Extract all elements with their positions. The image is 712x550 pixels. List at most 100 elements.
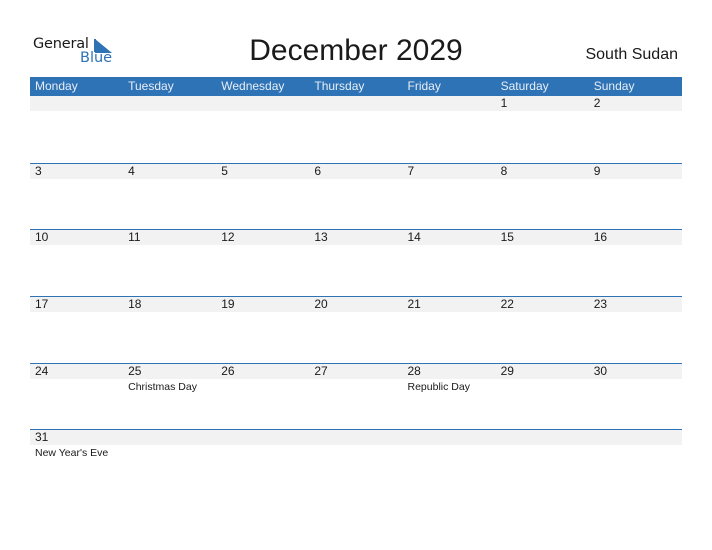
day-cell: 3 bbox=[30, 164, 123, 230]
day-number: 9 bbox=[593, 163, 601, 178]
day-cell bbox=[496, 430, 589, 496]
day-cell: 5 bbox=[216, 164, 309, 230]
day-number: 19 bbox=[221, 297, 235, 312]
day-number: 12 bbox=[221, 230, 235, 245]
day-number: 26 bbox=[221, 363, 235, 378]
weekday-thursday: Thursday bbox=[314, 79, 365, 93]
day-number: 31 bbox=[35, 430, 49, 445]
day-cell: 28 Republic Day bbox=[403, 364, 496, 430]
day-number bbox=[35, 96, 123, 111]
weekday-saturday: Saturday bbox=[500, 79, 549, 93]
weekday-friday: Friday bbox=[407, 79, 441, 93]
calendar-grid: Monday Tuesday Wednesday Thursday Friday Satu… bbox=[30, 77, 682, 496]
day-number: 17 bbox=[35, 297, 49, 312]
day-number: 30 bbox=[593, 363, 608, 378]
day-cell: 4 bbox=[123, 164, 216, 230]
day-number: 24 bbox=[35, 363, 49, 378]
week-cells: 3 4 5 6 7 8 9 bbox=[30, 164, 682, 230]
day-cell: 21 bbox=[403, 297, 496, 363]
day-cell bbox=[123, 96, 216, 163]
week-row: 12 bbox=[30, 96, 682, 163]
day-cell: 23 bbox=[589, 297, 682, 363]
day-cell bbox=[309, 430, 402, 496]
day-number: 11 bbox=[128, 230, 141, 245]
day-cell: 25 Christmas Day bbox=[123, 364, 216, 430]
day-cell: 7 bbox=[403, 164, 496, 230]
day-cell: 15 bbox=[496, 230, 589, 296]
day-number bbox=[408, 430, 496, 445]
day-cell: 27 bbox=[309, 364, 402, 430]
week-row: 3 4 5 6 7 8 9 bbox=[30, 162, 682, 230]
week-cells: 12 bbox=[30, 96, 682, 163]
week-row: 24 25 Christmas Day 26 27 28 Republic Day 29 30 bbox=[30, 362, 682, 430]
day-cell: 14 bbox=[403, 230, 496, 296]
day-cell bbox=[403, 430, 496, 496]
day-number: 22 bbox=[500, 297, 514, 312]
day-cell: 18 bbox=[123, 297, 216, 363]
week-row: 10 11 12 13 14 15 16 bbox=[30, 229, 682, 296]
day-number: 14 bbox=[407, 230, 421, 245]
day-number: 4 bbox=[128, 163, 135, 178]
day-number bbox=[408, 96, 496, 111]
day-number: 1 bbox=[500, 96, 508, 110]
week-row: 17 18 19 20 21 22 23 bbox=[30, 296, 682, 363]
day-number: 15 bbox=[500, 230, 514, 245]
week-cells: 10 11 12 13 14 15 16 bbox=[30, 230, 682, 296]
day-cell: 12 bbox=[216, 230, 309, 296]
weekday-wednesday: Wednesday bbox=[221, 79, 285, 93]
day-number bbox=[501, 430, 589, 445]
day-cell bbox=[216, 96, 309, 163]
day-number: 2 bbox=[593, 96, 601, 110]
weekday-header: Monday Tuesday Wednesday Thursday Friday Satu… bbox=[30, 77, 682, 96]
day-number: 18 bbox=[128, 297, 142, 312]
day-cell bbox=[216, 430, 309, 496]
day-cell bbox=[589, 430, 682, 496]
day-cell: 1 bbox=[496, 96, 589, 163]
day-cell: 9 bbox=[589, 164, 682, 230]
day-cell: 6 bbox=[309, 164, 402, 230]
day-cell bbox=[403, 96, 496, 163]
day-number: 27 bbox=[314, 363, 328, 378]
day-number: 20 bbox=[314, 297, 328, 312]
day-cell: 24 bbox=[30, 364, 123, 430]
day-number bbox=[221, 96, 309, 111]
weekday-tuesday: Tuesday bbox=[128, 79, 174, 93]
day-cell: 26 bbox=[216, 364, 309, 430]
day-number: 5 bbox=[221, 163, 228, 178]
day-cell: 31 New Year's Eve bbox=[30, 430, 123, 496]
day-number: 8 bbox=[500, 163, 508, 178]
day-cell bbox=[309, 96, 402, 163]
day-number bbox=[128, 430, 216, 445]
day-number bbox=[221, 430, 309, 445]
day-number: 28 bbox=[407, 363, 421, 378]
holiday-label: Christmas Day bbox=[128, 380, 197, 393]
day-cell bbox=[123, 430, 216, 496]
weekday-monday: Monday bbox=[35, 79, 78, 93]
day-number: 13 bbox=[314, 230, 328, 245]
day-number: 16 bbox=[593, 230, 608, 245]
day-number: 3 bbox=[35, 163, 42, 178]
day-cell bbox=[30, 96, 123, 163]
day-cell: 2 bbox=[589, 96, 682, 163]
day-number: 7 bbox=[407, 163, 415, 178]
day-number: 6 bbox=[314, 163, 322, 178]
day-cell: 19 bbox=[216, 297, 309, 363]
day-number bbox=[314, 96, 402, 111]
day-cell: 30 bbox=[589, 364, 682, 430]
week-cells: 24 25 Christmas Day 26 27 28 Republic Day 29 30 bbox=[30, 364, 682, 430]
week-cells: 31 New Year's Eve bbox=[30, 430, 682, 496]
weekday-sunday: Sunday bbox=[593, 79, 635, 93]
day-number: 25 bbox=[128, 363, 142, 378]
day-cell: 10 bbox=[30, 230, 123, 296]
day-number: 21 bbox=[407, 297, 421, 312]
day-cell: 22 bbox=[496, 297, 589, 363]
day-number: 23 bbox=[593, 297, 608, 312]
day-cell: 13 bbox=[309, 230, 402, 296]
holiday-label: New Year's Eve bbox=[35, 447, 109, 460]
week-cells: 17 18 19 20 21 22 23 bbox=[30, 297, 682, 363]
day-number bbox=[594, 430, 682, 445]
day-cell: 20 bbox=[309, 297, 402, 363]
day-cell: 11 bbox=[123, 230, 216, 296]
holiday-label: Republic Day bbox=[407, 380, 470, 393]
day-number bbox=[128, 96, 216, 111]
